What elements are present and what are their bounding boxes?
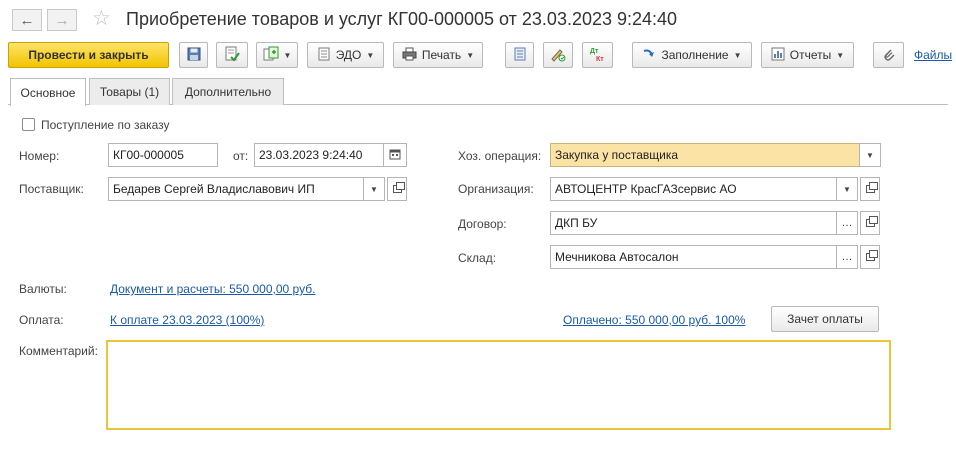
currency-label: Валюты: <box>19 282 67 296</box>
attach-button[interactable] <box>873 42 904 68</box>
chevron-down-icon: ▼ <box>866 150 874 160</box>
contract-label: Договор: <box>458 217 507 231</box>
chevron-down-icon: ▼ <box>843 184 851 194</box>
open-window-icon <box>865 216 878 227</box>
svg-text:Дт: Дт <box>590 48 599 55</box>
organization-label: Организация: <box>458 182 534 196</box>
dt-kt-button[interactable]: Дт Кт <box>582 42 613 68</box>
debit-credit-icon: Дт Кт <box>589 46 607 65</box>
comment-label: Комментарий: <box>19 344 98 358</box>
warehouse-input[interactable]: Мечникова Автосалон <box>550 245 837 269</box>
offset-payment-button[interactable]: Зачет оплаты <box>771 306 879 332</box>
paperclip-icon <box>882 47 896 64</box>
files-link[interactable]: Файлы <box>914 48 952 62</box>
paid-link[interactable]: Оплачено: 550 000,00 руб. 100% <box>563 313 745 327</box>
date-label: от: <box>233 149 249 163</box>
payment-label: Оплата: <box>19 313 64 327</box>
open-window-icon <box>865 182 878 193</box>
contract-select-button[interactable]: … <box>836 211 858 235</box>
by-order-checkbox[interactable] <box>22 118 35 131</box>
forward-button[interactable]: → <box>47 9 77 31</box>
pen-icon <box>550 46 566 65</box>
chevron-down-icon: ▼ <box>370 184 378 194</box>
edo-icon <box>317 47 331 64</box>
svg-text:Кт: Кт <box>596 56 604 62</box>
post-button[interactable] <box>216 42 248 68</box>
fill-button[interactable]: Заполнение ▼ <box>632 42 752 68</box>
chevron-down-icon: ▼ <box>836 50 845 60</box>
floppy-disk-icon <box>187 47 201 64</box>
create-document-icon <box>263 46 279 65</box>
star-icon[interactable]: ☆ <box>92 6 111 31</box>
warehouse-open-button[interactable] <box>860 245 880 269</box>
supplier-input[interactable]: Бедарев Сергей Владиславович ИП <box>108 177 364 201</box>
organization-open-button[interactable] <box>860 177 880 201</box>
operation-label: Хоз. операция: <box>458 149 542 163</box>
contract-open-button[interactable] <box>860 211 880 235</box>
post-and-close-button[interactable]: Провести и закрыть <box>8 42 169 68</box>
ellipsis-icon: … <box>841 251 853 263</box>
comment-textarea[interactable] <box>106 340 891 430</box>
chevron-down-icon: ▼ <box>366 50 375 60</box>
open-window-icon <box>865 250 878 261</box>
tab-additional[interactable]: Дополнительно <box>172 78 284 105</box>
journal-button[interactable] <box>505 42 534 68</box>
warehouse-select-button[interactable]: … <box>836 245 858 269</box>
arrow-left-icon: ← <box>19 11 35 29</box>
organization-dropdown-button[interactable]: ▼ <box>836 177 858 201</box>
list-icon <box>514 47 526 64</box>
tab-goods[interactable]: Товары (1) <box>89 78 170 105</box>
contract-input[interactable]: ДКП БУ <box>550 211 837 235</box>
edo-button[interactable]: ЭДО ▼ <box>307 42 384 68</box>
arrow-right-icon: → <box>54 11 70 29</box>
reports-button[interactable]: Отчеты ▼ <box>761 42 854 68</box>
currency-link[interactable]: Документ и расчеты: 550 000,00 руб. <box>110 282 315 296</box>
printer-icon <box>402 47 417 64</box>
fill-arrow-icon <box>642 47 656 64</box>
calendar-icon <box>389 148 401 162</box>
back-button[interactable]: ← <box>12 9 42 31</box>
chevron-down-icon: ▼ <box>283 50 292 60</box>
organization-input[interactable]: АВТОЦЕНТР КрасГАЗсервис АО <box>550 177 837 201</box>
chevron-down-icon: ▼ <box>466 50 475 60</box>
print-button[interactable]: Печать ▼ <box>393 42 483 68</box>
operation-select[interactable]: Закупка у поставщика <box>550 143 860 167</box>
sign-button[interactable] <box>543 42 573 68</box>
tab-main[interactable]: Основное <box>10 78 86 106</box>
chevron-down-icon: ▼ <box>733 50 742 60</box>
number-input[interactable]: КГ00-000005 <box>108 143 218 167</box>
save-button[interactable] <box>179 42 208 68</box>
supplier-dropdown-button[interactable]: ▼ <box>363 177 385 201</box>
operation-dropdown-button[interactable]: ▼ <box>859 143 881 167</box>
warehouse-label: Склад: <box>458 251 497 265</box>
by-order-label: Поступление по заказу <box>41 118 170 132</box>
supplier-label: Поставщик: <box>19 182 84 196</box>
report-icon <box>771 47 785 64</box>
ellipsis-icon: … <box>841 217 853 229</box>
open-window-icon <box>392 182 405 193</box>
calendar-button[interactable] <box>383 143 407 167</box>
number-label: Номер: <box>19 149 60 163</box>
payment-link[interactable]: К оплате 23.03.2023 (100%) <box>110 313 264 327</box>
create-based-on-button[interactable]: ▼ <box>256 42 298 68</box>
page-title: Приобретение товаров и услуг КГ00-000005… <box>126 9 678 29</box>
supplier-open-button[interactable] <box>387 177 407 201</box>
post-document-icon <box>224 46 240 65</box>
date-input[interactable]: 23.03.2023 9:24:40 <box>254 143 384 167</box>
